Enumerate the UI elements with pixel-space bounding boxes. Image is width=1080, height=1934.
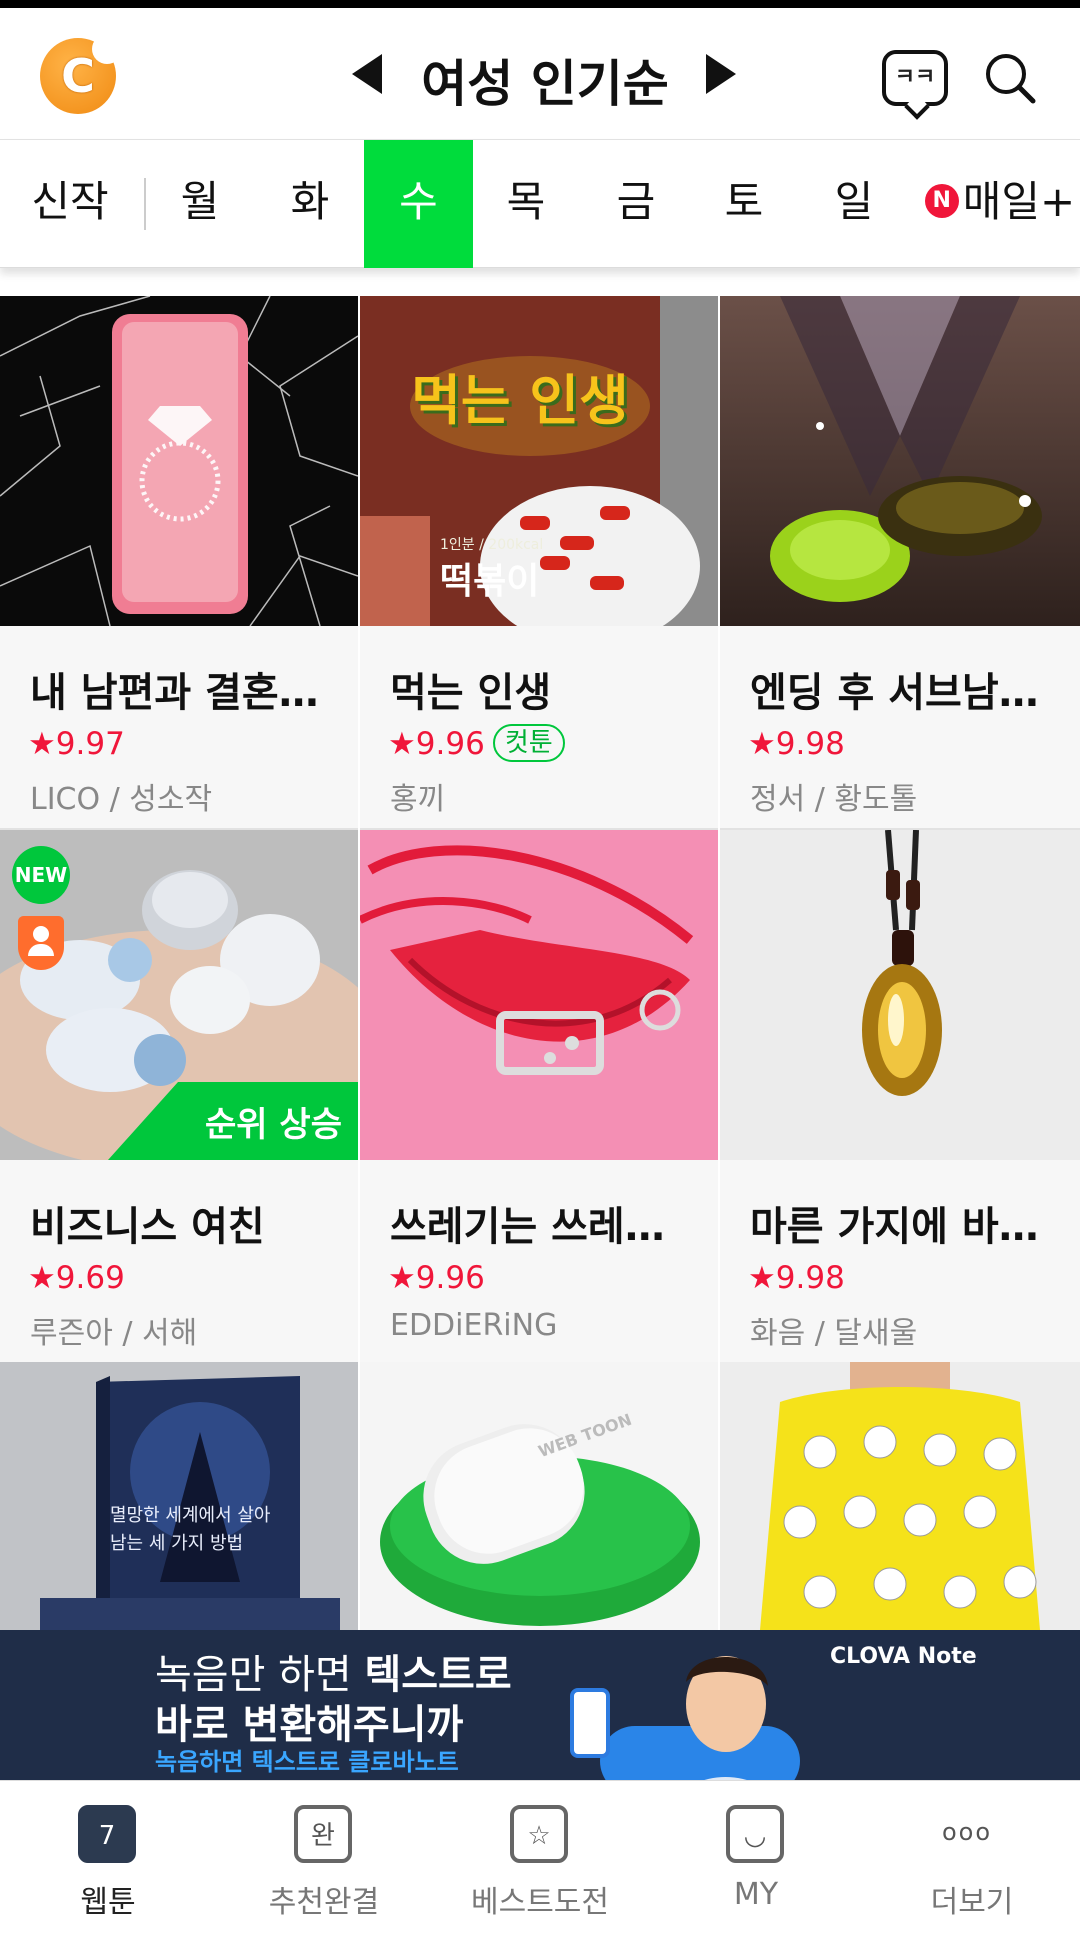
webtoon-card[interactable]: WEB TOON <box>360 1362 718 1630</box>
book-cover-text: 멸망한 세계에서 살아남는 세 가지 방법 <box>110 1505 271 1554</box>
card-author: 화음 / 달새울 <box>750 1316 918 1351</box>
calendar-icon: 7 <box>78 1805 136 1863</box>
nav-completed[interactable]: 완 추천완결 <box>216 1781 432 1934</box>
thumbnail <box>720 1362 1080 1630</box>
thumbnail <box>720 296 1080 626</box>
tab-daily-plus[interactable]: N 매일+ <box>920 140 1080 268</box>
completed-book-icon: 완 <box>294 1805 352 1863</box>
card-rating: ★9.98 <box>748 1260 845 1296</box>
star-icon: ★ <box>748 1260 776 1296</box>
nav-my[interactable]: ◡ MY <box>648 1781 864 1934</box>
tab-new[interactable]: 신작 <box>6 140 134 268</box>
sort-next-arrow-icon[interactable] <box>706 54 736 94</box>
card-rating: ★9.97 <box>28 726 125 762</box>
new-n-badge: N <box>924 183 959 218</box>
thumbnail: 멸망한 세계에서 살아남는 세 가지 방법 <box>0 1362 358 1630</box>
webtoon-card[interactable]: 먹는 인생 1인분 / 200kcal 떡볶이 먹는 인생 ★9.96 컷툰 홍끼 <box>360 296 718 830</box>
card-info: 쓰레기는 쓰레기통에! ★9.96 EDDiERiNG <box>360 1160 718 1362</box>
tab-divider <box>144 178 146 230</box>
card-title: 비즈니스 여친 <box>30 1204 265 1250</box>
card-info: 내 남편과 결혼해줘 ★9.97 LICO / 성소작 <box>0 626 358 828</box>
card-info: 마른 가지에 바람처럼 ★9.98 화음 / 달새울 <box>720 1160 1080 1362</box>
app-header: C 여성 인기순 ㅋㅋ <box>0 8 1080 140</box>
nav-label: MY <box>733 1877 779 1912</box>
nav-more[interactable]: ooo 더보기 <box>864 1781 1080 1934</box>
card-author: EDDiERiNG <box>390 1308 558 1343</box>
thumb-caption-text: 1인분 / 200kcal <box>440 537 544 553</box>
webtoon-card[interactable]: 마른 가지에 바람처럼 ★9.98 화음 / 달새울 <box>720 830 1080 1362</box>
nav-label: 추천완결 <box>268 1885 380 1920</box>
webtoon-card[interactable]: 엔딩 후 서브남주를 갖고 싶다 ★9.98 정서 / 황도톨 <box>720 296 1080 830</box>
sort-title[interactable]: 여성 인기순 <box>400 44 690 116</box>
card-title: 마른 가지에 바람처럼 <box>750 1204 1060 1250</box>
banner-person-illustration <box>686 1656 768 1780</box>
nav-webtoon[interactable]: 7 웹툰 <box>0 1781 216 1934</box>
card-rating: ★9.98 <box>748 726 845 762</box>
phone-icon <box>570 1688 610 1758</box>
nav-label: 베스트도전 <box>471 1885 609 1920</box>
card-info: 비즈니스 여친 ★9.69 루즌아 / 서해 <box>0 1160 358 1362</box>
banner-subline: 녹음하면 텍스트로 클로바노트 <box>155 1748 459 1776</box>
star-icon: ★ <box>388 1260 416 1296</box>
card-rating: ★9.96 <box>388 1260 485 1296</box>
star-icon: ★ <box>28 1260 56 1296</box>
thumbnail: 먹는 인생 1인분 / 200kcal 떡볶이 <box>360 296 718 626</box>
card-title: 먹는 인생 <box>390 670 552 716</box>
card-info: 먹는 인생 ★9.96 컷툰 홍끼 <box>360 626 718 828</box>
card-author: 루즌아 / 서해 <box>30 1316 198 1351</box>
webtoon-card[interactable]: 멸망한 세계에서 살아남는 세 가지 방법 <box>0 1362 358 1630</box>
status-bar-strip <box>0 0 1080 8</box>
card-rating: ★9.96 컷툰 <box>388 723 565 765</box>
webtoon-card[interactable]: NEW 순위 상승 비즈니스 여친 ★9.69 루즌아 / 서해 <box>0 830 358 1362</box>
nav-label: 더보기 <box>930 1885 1014 1920</box>
thumbnail: NEW 순위 상승 <box>0 830 358 1160</box>
tab-wed[interactable]: 수 <box>364 140 473 268</box>
adult-person-icon <box>18 916 64 970</box>
bottom-navigation: 7 웹툰 완 추천완결 ☆ 베스트도전 ◡ MY ooo 더보기 <box>0 1780 1080 1934</box>
cuttoon-badge: 컷툰 <box>492 723 565 762</box>
card-author: 정서 / 황도톨 <box>750 782 918 817</box>
sort-prev-arrow-icon[interactable] <box>352 54 382 94</box>
tab-daily-plus-label: 매일+ <box>962 177 1076 226</box>
thumbnail <box>360 830 718 1160</box>
card-title: 쓰레기는 쓰레기통에! <box>390 1204 700 1250</box>
card-title: 엔딩 후 서브남주를 갖고 싶다 <box>750 670 1060 716</box>
thumb-title-text: 먹는 인생 <box>411 369 629 432</box>
star-icon: ★ <box>748 726 776 762</box>
weekday-tabs: 신작 월 화 수 목 금 토 일 N 매일+ <box>0 140 1080 268</box>
webtoon-card[interactable]: 쓰레기는 쓰레기통에! ★9.96 EDDiERiNG <box>360 830 718 1362</box>
tab-sun[interactable]: 일 <box>810 140 898 268</box>
tab-fri[interactable]: 금 <box>592 140 680 268</box>
comment-bubble-icon[interactable]: ㅋㅋ <box>882 50 948 106</box>
tab-thu[interactable]: 목 <box>482 140 570 268</box>
card-author: 홍끼 <box>390 782 446 817</box>
banner-brand: CLOVA Note <box>830 1644 977 1669</box>
card-rating: ★9.69 <box>28 1260 125 1296</box>
tab-tue[interactable]: 화 <box>266 140 354 268</box>
nav-label: 웹툰 <box>80 1885 136 1920</box>
cookie-logo-icon[interactable]: C <box>40 34 122 114</box>
nav-best-challenge[interactable]: ☆ 베스트도전 <box>432 1781 648 1934</box>
thumbnail: WEB TOON <box>360 1362 718 1630</box>
webtoon-card[interactable]: 내 남편과 결혼해줘 ★9.97 LICO / 성소작 <box>0 296 358 830</box>
thumbnail <box>0 296 358 626</box>
card-title: 내 남편과 결혼해줘 <box>30 670 340 716</box>
rank-up-label: 순위 상승 <box>205 1105 342 1145</box>
webtoon-card[interactable] <box>720 1362 1080 1630</box>
thumbnail <box>720 830 1080 1160</box>
star-icon: ★ <box>388 726 416 762</box>
thumb-food-text: 떡볶이 <box>440 561 540 602</box>
more-dots-icon: ooo <box>942 1818 993 1846</box>
tab-mon[interactable]: 월 <box>156 140 244 268</box>
card-author: LICO / 성소작 <box>30 782 213 817</box>
new-badge: NEW <box>12 846 70 904</box>
card-info: 엔딩 후 서브남주를 갖고 싶다 ★9.98 정서 / 황도톨 <box>720 626 1080 828</box>
star-icon: ★ <box>28 726 56 762</box>
ad-banner[interactable]: 녹음만 하면 텍스트로 바로 변환해주니까 녹음하면 텍스트로 클로바노트 CL… <box>0 1630 1080 1780</box>
tab-sat[interactable]: 토 <box>700 140 788 268</box>
search-icon[interactable] <box>984 52 1036 104</box>
star-bookmark-icon: ☆ <box>510 1805 568 1863</box>
smile-face-icon: ◡ <box>726 1805 784 1863</box>
